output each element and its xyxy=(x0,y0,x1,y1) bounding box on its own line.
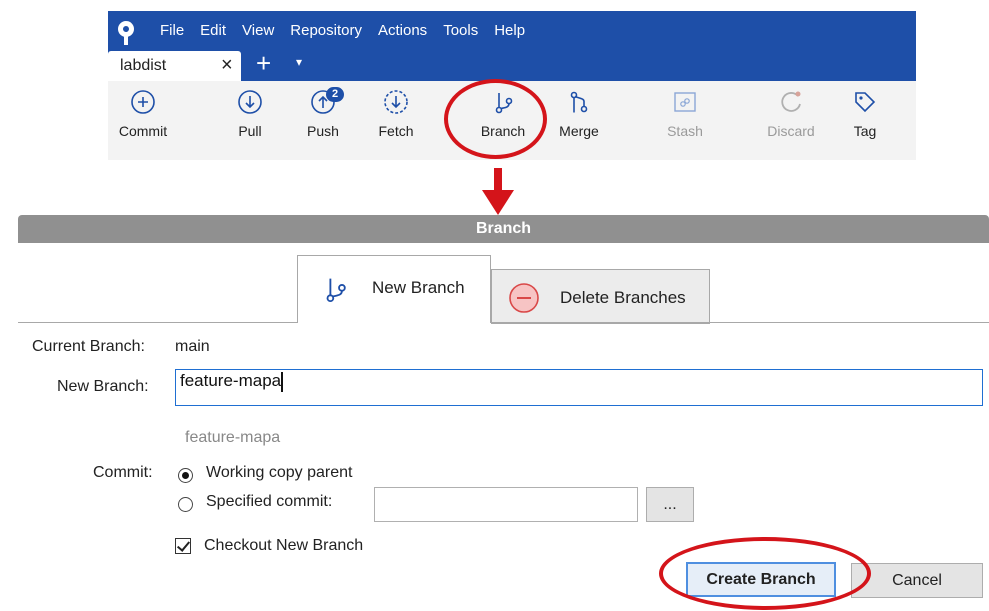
repo-tab-label: labdist xyxy=(120,57,167,74)
pointer-arrow-shaft xyxy=(494,168,502,192)
stash-button[interactable]: Stash xyxy=(650,89,720,139)
fetch-label: Fetch xyxy=(378,123,414,139)
merge-icon xyxy=(570,91,588,113)
menu-repository[interactable]: Repository xyxy=(290,22,362,39)
tab-delete-branches[interactable]: Delete Branches xyxy=(491,269,710,324)
radio-specified-commit[interactable] xyxy=(178,497,193,512)
menu-view[interactable]: View xyxy=(242,22,274,39)
discard-icon xyxy=(781,91,801,112)
tab-new-branch-label: New Branch xyxy=(372,278,465,297)
checkout-new-branch-checkbox[interactable] xyxy=(175,538,191,554)
new-branch-input[interactable]: feature-mapa xyxy=(175,369,983,406)
delete-minus-icon xyxy=(509,283,539,313)
tag-icon xyxy=(855,92,876,113)
menu-actions[interactable]: Actions xyxy=(378,22,427,39)
fetch-button[interactable]: Fetch xyxy=(361,89,431,139)
pull-button[interactable]: Pull xyxy=(215,89,285,139)
text-cursor xyxy=(281,371,284,392)
push-count-badge: 2 xyxy=(326,87,344,102)
fetch-arrow-icon xyxy=(384,90,408,114)
specified-commit-label: Specified commit: xyxy=(206,493,333,510)
current-branch-value: main xyxy=(175,338,210,355)
push-label: Push xyxy=(307,123,339,139)
pull-label: Pull xyxy=(238,123,262,139)
commit-label: Commit: xyxy=(93,464,153,481)
merge-label: Merge xyxy=(559,123,599,139)
menu-bar: File Edit View Repository Actions Tools … xyxy=(108,11,916,81)
merge-button[interactable]: Merge xyxy=(544,89,614,139)
discard-label: Discard xyxy=(767,123,815,139)
push-button[interactable]: 2 Push xyxy=(288,87,358,139)
pointer-arrow-head xyxy=(482,190,514,215)
tab-new-branch[interactable]: New Branch xyxy=(297,255,491,323)
menu-file[interactable]: File xyxy=(160,22,184,39)
browse-commit-button[interactable]: ... xyxy=(646,487,694,522)
create-branch-highlight-circle xyxy=(659,537,871,610)
menu-edit[interactable]: Edit xyxy=(200,22,226,39)
radio-working-copy-parent[interactable] xyxy=(178,468,193,483)
cancel-button[interactable]: Cancel xyxy=(851,563,983,598)
main-menu: File Edit View Repository Actions Tools … xyxy=(160,22,541,39)
new-branch-input-value: feature-mapa xyxy=(180,371,282,390)
branch-highlight-circle xyxy=(444,79,547,159)
commit-button[interactable]: Commit xyxy=(108,89,178,139)
tag-button[interactable]: Tag xyxy=(830,89,900,139)
tag-label: Tag xyxy=(853,123,877,139)
add-tab-icon[interactable]: + xyxy=(256,48,271,78)
specified-commit-input[interactable] xyxy=(374,487,638,522)
branch-icon xyxy=(326,278,346,303)
discard-button[interactable]: Discard xyxy=(756,89,826,139)
branch-name-preview: feature-mapa xyxy=(185,429,281,446)
sourcetree-logo-icon xyxy=(118,21,134,45)
pull-arrow-icon xyxy=(238,90,262,114)
stash-icon xyxy=(674,92,696,112)
new-branch-label: New Branch: xyxy=(57,378,149,395)
commit-label: Commit xyxy=(118,123,168,139)
commit-plus-icon xyxy=(131,90,155,114)
tab-delete-branches-label: Delete Branches xyxy=(560,288,686,307)
current-branch-label: Current Branch: xyxy=(32,338,145,355)
stash-label: Stash xyxy=(667,123,703,139)
repo-tab[interactable]: labdist × xyxy=(108,51,241,81)
menu-help[interactable]: Help xyxy=(494,22,525,39)
close-icon[interactable]: × xyxy=(221,54,233,77)
tab-menu-chevron-down-icon[interactable]: ▾ xyxy=(296,55,302,69)
checkout-new-branch-label: Checkout New Branch xyxy=(204,537,364,554)
dialog-title: Branch xyxy=(18,215,989,243)
working-copy-parent-label: Working copy parent xyxy=(206,464,353,481)
menu-tools[interactable]: Tools xyxy=(443,22,478,39)
